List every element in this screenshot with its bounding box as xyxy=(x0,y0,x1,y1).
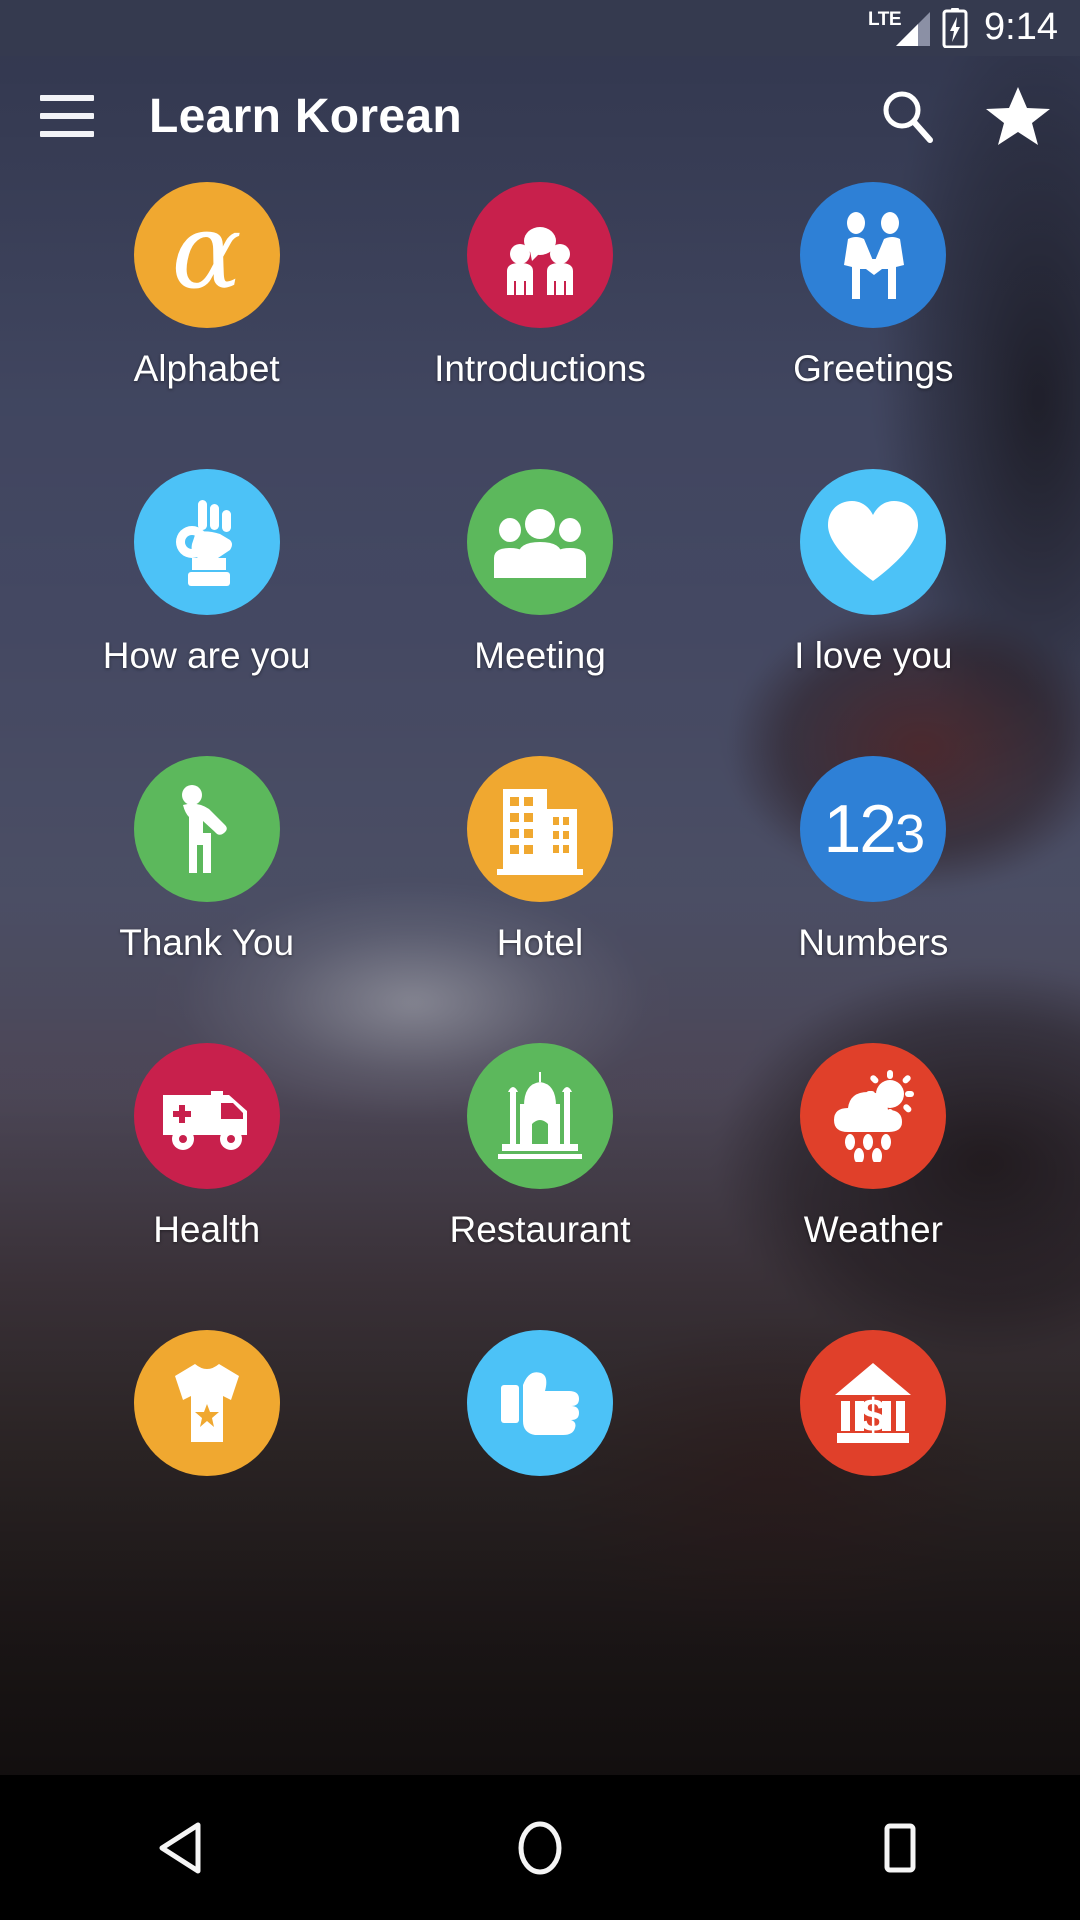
tile-icon-circle xyxy=(466,756,613,902)
tile-label: Meeting xyxy=(474,635,606,676)
tile-icon-circle xyxy=(133,1330,280,1476)
tile-icon-circle xyxy=(466,1330,613,1476)
hotel-building-icon xyxy=(496,789,583,875)
status-bar: LTE 9:14 xyxy=(0,0,1080,56)
two-people-speech-bubble-icon xyxy=(506,227,573,295)
numbers-123-icon: 123 xyxy=(823,791,925,867)
tile-label: I love you xyxy=(794,635,953,676)
t-shirt-clothing-icon xyxy=(174,1364,239,1442)
tile-label: Health xyxy=(153,1209,261,1250)
grid-tile-how-are-you[interactable]: How are you xyxy=(40,463,373,750)
home-circle-icon[interactable] xyxy=(470,1798,610,1898)
search-icon[interactable] xyxy=(876,85,938,147)
battery-charging-icon xyxy=(942,8,968,48)
tile-icon-circle xyxy=(133,756,280,902)
app-bar: Learn Korean xyxy=(0,56,1080,176)
tile-icon-circle xyxy=(800,469,947,615)
grid-tile-alphabet[interactable]: α Alphabet xyxy=(40,176,373,463)
grid-tile-bank[interactable]: $ xyxy=(707,1324,1040,1611)
tile-label: Greetings xyxy=(793,348,954,389)
heart-icon xyxy=(828,501,919,581)
back-triangle-icon[interactable] xyxy=(110,1798,250,1898)
tile-icon-circle xyxy=(133,469,280,615)
category-grid: α Alphabet Introductions Greetings How a… xyxy=(0,176,1080,1611)
grid-tile-weather[interactable]: Weather xyxy=(707,1037,1040,1324)
tile-icon-circle xyxy=(133,1043,280,1189)
tile-label: Alphabet xyxy=(133,348,280,389)
grid-tile-introductions[interactable]: Introductions xyxy=(373,176,706,463)
svg-text:$: $ xyxy=(861,1389,887,1441)
tile-icon-circle xyxy=(800,1043,947,1189)
tile-label: Numbers xyxy=(798,922,949,963)
grid-tile-numbers[interactable]: 123 Numbers xyxy=(707,750,1040,1037)
tile-icon-circle xyxy=(466,469,613,615)
signal-triangle xyxy=(896,12,931,46)
alpha-letter-icon: α xyxy=(171,190,242,312)
grid-tile-health[interactable]: Health xyxy=(40,1037,373,1324)
tile-icon-circle: $ xyxy=(800,1330,947,1476)
grid-tile-hotel[interactable]: Hotel xyxy=(373,750,706,1037)
grid-tile-directions[interactable] xyxy=(373,1324,706,1611)
tile-label: Restaurant xyxy=(449,1209,631,1250)
tile-icon-circle: 123 xyxy=(800,756,947,902)
hamburger-menu-icon[interactable] xyxy=(40,95,94,137)
bowing-person-icon xyxy=(181,785,227,873)
page-title: Learn Korean xyxy=(149,89,463,143)
grid-tile-meeting[interactable]: Meeting xyxy=(373,463,706,750)
grid-tile-restaurant[interactable]: Restaurant xyxy=(373,1037,706,1324)
grid-tile-clothing[interactable] xyxy=(40,1324,373,1611)
grid-tile-thank-you[interactable]: Thank You xyxy=(40,750,373,1037)
tile-label: Introductions xyxy=(434,348,646,389)
tile-icon-circle: α xyxy=(133,182,280,328)
tile-label: Thank You xyxy=(119,922,295,963)
group-of-people-icon xyxy=(493,509,586,578)
tile-icon-circle xyxy=(466,182,613,328)
status-bar-clock: 9:14 xyxy=(984,6,1058,48)
android-navigation-bar xyxy=(0,1775,1080,1920)
signal-bars-icon: LTE xyxy=(868,8,931,48)
recents-square-icon[interactable] xyxy=(830,1798,970,1898)
handshake-two-people-icon xyxy=(844,212,905,299)
tile-icon-circle xyxy=(466,1043,613,1189)
ambulance-icon xyxy=(162,1091,247,1150)
tile-icon-circle xyxy=(800,182,947,328)
ok-hand-gesture-icon xyxy=(175,500,232,586)
pointing-hand-icon xyxy=(500,1372,579,1435)
tile-label: Hotel xyxy=(496,922,584,963)
sun-cloud-rain-icon xyxy=(834,1070,915,1162)
tile-label: How are you xyxy=(102,635,311,676)
grid-tile-greetings[interactable]: Greetings xyxy=(707,176,1040,463)
taj-mahal-building-icon xyxy=(497,1072,582,1159)
tile-label: Weather xyxy=(803,1209,943,1250)
app-bar-actions xyxy=(876,85,1050,147)
phone-screen: LTE 9:14 Learn Korean α Alphabet Introdu… xyxy=(0,0,1080,1920)
star-icon[interactable] xyxy=(986,85,1050,147)
bank-dollar-icon: $ xyxy=(835,1363,912,1443)
grid-tile-i-love-you[interactable]: I love you xyxy=(707,463,1040,750)
